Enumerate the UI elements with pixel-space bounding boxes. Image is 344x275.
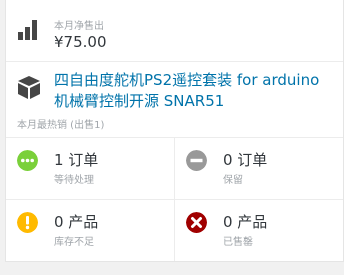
status-grid: 1 订单 等待处理 0 订单 保留 0 产品 库存不足 0 产品 已售罄 bbox=[6, 138, 343, 261]
processing-orders-cell[interactable]: 1 订单 等待处理 bbox=[6, 138, 175, 200]
low-stock-label: 库存不足 bbox=[54, 237, 94, 248]
woocommerce-status-widget: 本月净售出 ¥75.00 四自由度舵机PS2遥控套装 for arduino 机… bbox=[5, 0, 344, 262]
on-hold-orders-label: 保留 bbox=[223, 175, 243, 186]
warning-icon bbox=[17, 212, 38, 233]
close-circle-icon bbox=[186, 212, 207, 233]
best-seller-name-line1: 四自由度舵机PS2遥控套装 for arduino bbox=[54, 71, 320, 89]
out-of-stock-label: 已售罄 bbox=[223, 237, 253, 248]
net-sales-label: 本月净售出 bbox=[54, 21, 104, 32]
best-seller-sublabel: 本月最热销 (出售1) bbox=[17, 120, 105, 131]
low-stock-count: 0 产品 bbox=[54, 213, 99, 231]
more-dots-icon bbox=[17, 150, 38, 171]
on-hold-orders-count: 0 订单 bbox=[223, 151, 268, 169]
out-of-stock-cell[interactable]: 0 产品 已售罄 bbox=[175, 200, 343, 261]
best-seller-name-line2: 机械臂控制开源 SNAR51 bbox=[54, 92, 225, 110]
net-sales-row[interactable]: 本月净售出 ¥75.00 bbox=[6, 0, 343, 62]
processing-orders-count: 1 订单 bbox=[54, 151, 99, 169]
best-seller-row[interactable]: 四自由度舵机PS2遥控套装 for arduino 机械臂控制开源 SNAR51… bbox=[6, 62, 343, 138]
net-sales-value: ¥75.00 bbox=[54, 33, 107, 51]
low-stock-cell[interactable]: 0 产品 库存不足 bbox=[6, 200, 175, 261]
out-of-stock-count: 0 产品 bbox=[223, 213, 268, 231]
processing-orders-label: 等待处理 bbox=[54, 175, 94, 186]
on-hold-orders-cell[interactable]: 0 订单 保留 bbox=[175, 138, 343, 200]
minus-circle-icon bbox=[186, 150, 207, 171]
cube-icon bbox=[18, 76, 40, 99]
best-seller-product-link[interactable]: 四自由度舵机PS2遥控套装 for arduino 机械臂控制开源 SNAR51 bbox=[54, 70, 343, 112]
bar-chart-icon bbox=[18, 20, 42, 40]
